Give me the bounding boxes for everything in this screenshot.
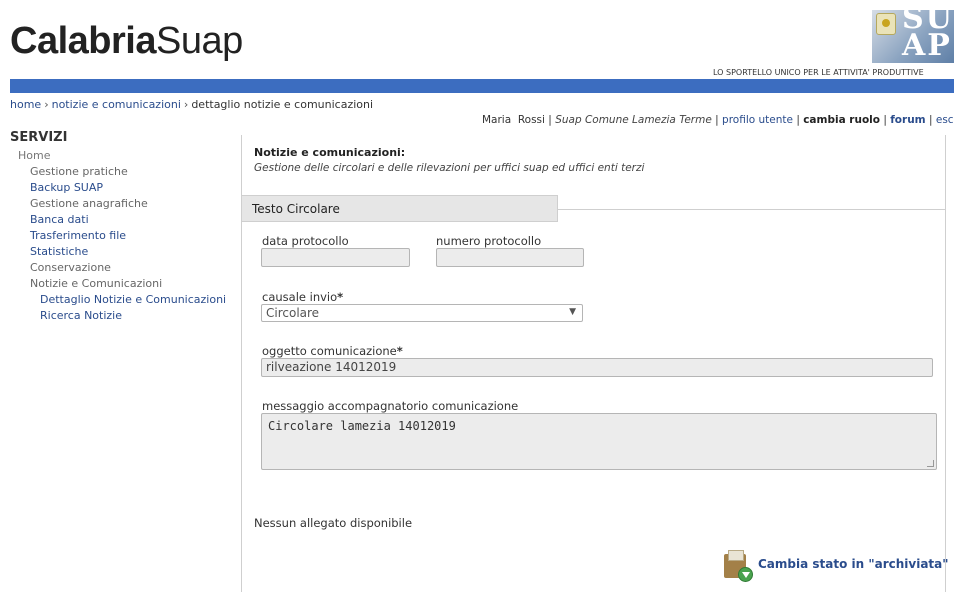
chevron-down-icon: ▼ (569, 307, 576, 317)
sidebar-item-gestione-pratiche[interactable]: Gestione pratiche (10, 164, 240, 180)
user-bar-divider: | (928, 114, 933, 126)
sidebar-item-dettaglio-notizie[interactable]: Dettaglio Notizie e Comunicazioni (10, 292, 240, 308)
forum-link[interactable]: forum (890, 114, 925, 126)
header-band (10, 79, 954, 93)
user-bar-divider: | (548, 114, 552, 126)
messaggio-textarea[interactable]: Circolare lamezia 14012019 (261, 413, 937, 470)
breadcrumb-current: dettaglio notizie e comunicazioni (191, 98, 374, 111)
logo-bold-text: Calabria (10, 20, 156, 62)
oggetto-label: oggetto comunicazione* (262, 344, 403, 358)
user-bar: Maria Rossi | Suap Comune Lamezia Terme … (482, 114, 954, 126)
page-subtitle: Gestione delle circolari e delle rilevaz… (254, 162, 645, 174)
user-office: Suap Comune Lamezia Terme (555, 114, 712, 126)
user-bar-divider: | (715, 114, 719, 126)
archive-download-icon (722, 550, 753, 582)
profile-link[interactable]: profilo utente (722, 114, 793, 126)
causale-invio-select[interactable]: Circolare ▼ (261, 304, 583, 322)
sidebar-item-ricerca-notizie[interactable]: Ricerca Notizie (10, 308, 240, 324)
data-protocollo-field[interactable] (261, 248, 410, 267)
breadcrumb-home[interactable]: home (10, 98, 41, 111)
causale-invio-label-text: causale invio (262, 290, 338, 304)
logo-light-text: Suap (155, 20, 243, 62)
oggetto-label-text: oggetto comunicazione (262, 344, 397, 358)
messaggio-value: Circolare lamezia 14012019 (268, 419, 456, 433)
causale-invio-label: causale invio* (262, 290, 343, 304)
sidebar-item-notizie-comunicazioni[interactable]: Notizie e Comunicazioni (10, 276, 240, 292)
page-title: Notizie e comunicazioni: (254, 146, 406, 159)
archive-action-button[interactable]: Cambia stato in "archiviata" (722, 548, 949, 584)
badge-letters: SU AP (902, 5, 954, 63)
data-protocollo-label: data protocollo (262, 234, 349, 248)
no-attachments-text: Nessun allegato disponibile (254, 516, 413, 530)
tagline: LO SPORTELLO UNICO PER LE ATTIVITA' PROD… (713, 68, 924, 77)
main-panel: Notizie e comunicazioni: Gestione delle … (241, 135, 949, 592)
site-logo[interactable]: CalabriaSuap (10, 20, 243, 63)
breadcrumb-separator: › (183, 98, 189, 111)
user-bar-divider: | (883, 114, 887, 126)
resize-grip-icon[interactable] (927, 460, 934, 467)
messaggio-label: messaggio accompagnatorio comunicazione (262, 399, 519, 413)
sidebar: SERVIZI Home Gestione pratiche Backup SU… (10, 130, 240, 324)
logout-link[interactable]: esci (936, 114, 954, 126)
sidebar-item-home[interactable]: Home (10, 148, 240, 164)
numero-protocollo-label: numero protocollo (436, 234, 542, 248)
crest-icon (876, 13, 896, 35)
sidebar-title: SERVIZI (10, 130, 68, 145)
sidebar-item-trasferimento-file[interactable]: Trasferimento file (10, 228, 240, 244)
sidebar-item-gestione-anagrafiche[interactable]: Gestione anagrafiche (10, 196, 240, 212)
breadcrumb-notizie[interactable]: notizie e comunicazioni (52, 98, 181, 111)
required-mark: * (337, 290, 344, 304)
numero-protocollo-field[interactable] (436, 248, 584, 267)
tab-testo-circolare[interactable]: Testo Circolare (242, 195, 558, 222)
user-bar-divider: | (796, 114, 800, 126)
sidebar-item-banca-dati[interactable]: Banca dati (10, 212, 240, 228)
breadcrumb: home › notizie e comunicazioni › dettaglio n… (10, 98, 373, 111)
required-mark: * (396, 344, 403, 358)
sidebar-item-statistiche[interactable]: Statistiche (10, 244, 240, 260)
causale-invio-value: Circolare (266, 306, 320, 320)
sidebar-item-conservazione[interactable]: Conservazione (10, 260, 240, 276)
download-badge-icon (738, 567, 753, 582)
suap-badge-logo: SU AP (866, 5, 954, 63)
breadcrumb-separator: › (44, 98, 49, 111)
oggetto-field[interactable]: rilveazione 14012019 (261, 358, 933, 377)
user-name: Maria Rossi (482, 114, 545, 126)
archive-action-label: Cambia stato in "archiviata" (758, 557, 949, 571)
sidebar-item-backup-suap[interactable]: Backup SUAP (10, 180, 240, 196)
change-role-link[interactable]: cambia ruolo (803, 114, 880, 126)
